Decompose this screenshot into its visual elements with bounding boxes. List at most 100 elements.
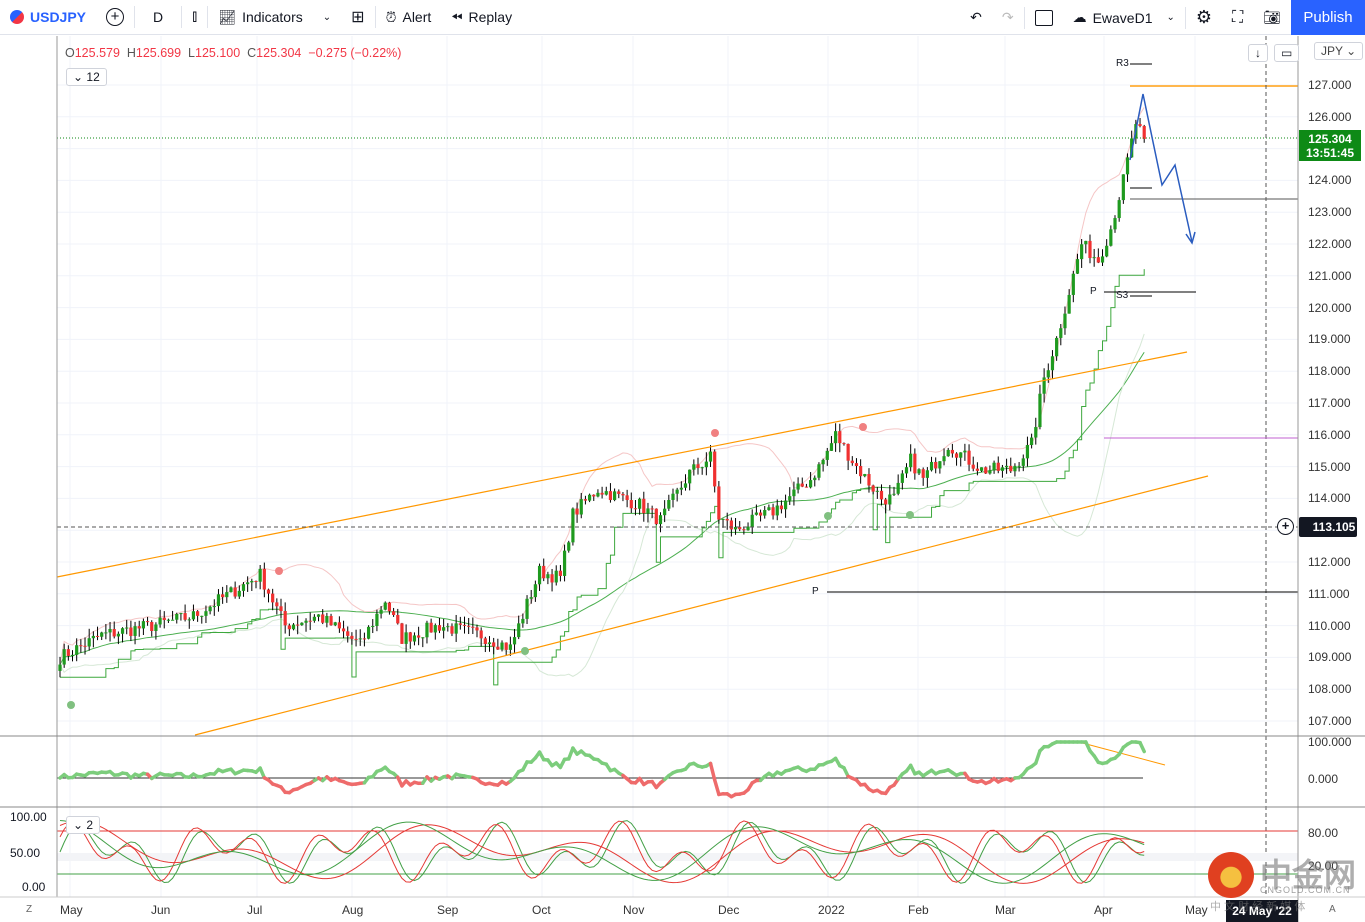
candle [629,500,633,509]
candle [608,491,613,501]
scroll-down-button[interactable]: ↓ [1248,44,1268,62]
candle [658,515,663,525]
last-price-label: 125.304 13:51:45 [1299,130,1361,161]
candle [775,505,779,516]
arrow-down-icon: ↓ [1255,46,1261,60]
candle [166,619,171,621]
price-axis-label: 122.000 [1308,237,1352,251]
candle [296,624,300,626]
candle [125,627,129,629]
candle [483,638,487,644]
candle [1113,218,1117,230]
channel-lower-line[interactable] [194,475,1209,736]
bollinger-upper [59,107,1145,665]
candle [546,574,550,579]
ohlc-legend: O125.579 H125.699 L125.100 C125.304 −0.2… [65,46,402,60]
candle [646,508,650,514]
candle [204,611,208,616]
osc2-axis-label: 80.00 [1308,826,1339,840]
candle [596,492,600,497]
osc1-axis-label: 0.000 [1308,772,1339,786]
candle [504,642,508,650]
candle [287,625,291,630]
candle [1117,200,1121,219]
candle [254,581,258,583]
candle [279,606,283,612]
grid [57,36,1298,897]
candle [1017,465,1021,467]
price-axis-label: 109.000 [1308,650,1352,665]
candle [129,627,133,636]
time-axis-label: 2022 [818,903,845,917]
candle [892,493,896,495]
plus-circle-icon[interactable]: + [1277,518,1294,535]
candle [362,638,367,640]
pivot-marker [67,701,75,709]
candle [988,470,992,474]
candle [112,629,116,637]
candle [537,565,542,585]
candle [233,587,237,597]
candle [884,499,888,505]
pivot-marker [906,511,914,519]
candle [525,598,529,619]
price-axis-label: 123.000 [1308,205,1352,220]
candle [942,456,946,462]
candle [963,450,967,453]
candle [821,459,825,465]
candle [145,621,150,623]
candle [1055,337,1059,357]
candle [984,467,988,474]
candle [813,477,817,481]
candle [425,622,429,638]
candle [708,451,713,462]
candle [617,491,621,494]
candle [654,508,658,525]
pivot-marker [521,647,529,655]
candle [479,630,483,639]
candle [529,597,533,599]
candle [842,443,846,445]
candle [150,621,154,631]
collapse-indicators-button[interactable]: ⌄ 12 [66,68,107,86]
candle [809,480,813,488]
price-axis-label: 126.000 [1308,109,1352,124]
candle [133,626,137,636]
candle [429,622,433,633]
candle [1092,257,1096,259]
momentum-line [1138,740,1146,754]
chart-canvas[interactable] [0,0,1365,922]
osc2-left-label: 0.00 [22,880,46,894]
maximize-pane-button[interactable]: ▭ [1274,44,1300,62]
pane-collapse-button[interactable]: ⌄ 2 [66,816,101,834]
candle [1109,229,1113,246]
price-axis-label: 114.000 [1308,491,1351,506]
time-axis-label: Jul [247,903,263,917]
candle [183,613,187,620]
candle [187,619,191,621]
candle [954,453,959,458]
candle [91,635,95,639]
currency-button[interactable]: JPY ⌄ [1314,42,1364,60]
timezone-button[interactable]: Z [26,904,32,915]
candle [154,624,158,631]
candle [838,431,842,444]
candle [825,450,829,460]
candle [467,625,471,627]
candle [396,615,400,624]
candle [550,574,554,583]
osc2-left-label: 100.00 [10,810,47,824]
elliott-projection[interactable] [1129,93,1193,243]
candle [170,619,175,621]
candle [66,649,70,656]
candle [316,614,321,617]
candle [433,625,437,633]
candle [1105,245,1109,257]
candle [1096,257,1100,263]
candle [392,611,396,616]
candle [417,635,421,638]
candle [896,482,900,494]
candle [542,565,546,579]
candle [87,638,91,647]
channel-upper-line[interactable] [56,351,1188,578]
